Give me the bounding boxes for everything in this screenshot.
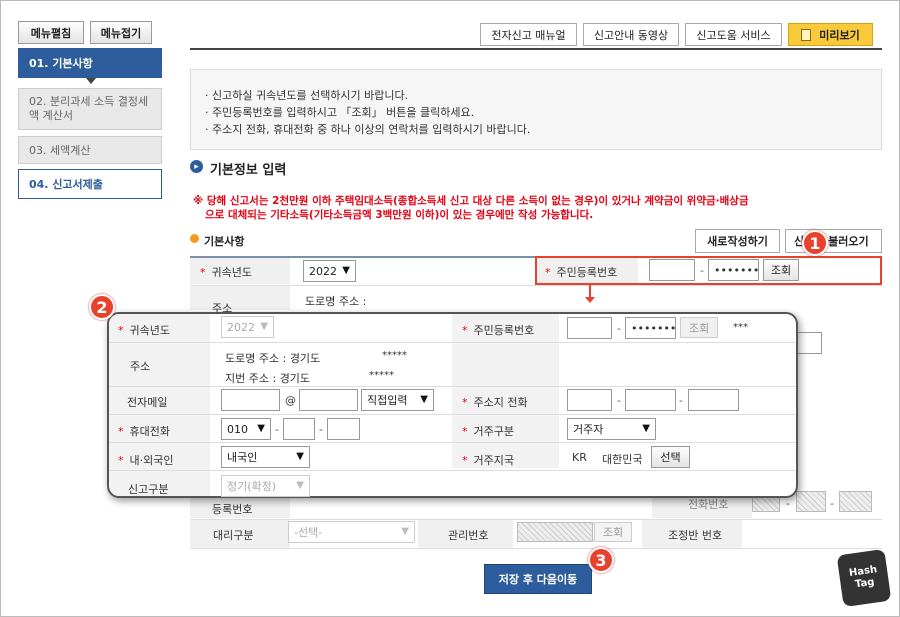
popup-lot-mask: ***** — [369, 370, 394, 381]
warning-line-2: 으로 대체되는 기타소득(기타소득금액 3백만원 이하)이 있는 경우에만 작성… — [205, 209, 594, 221]
popup-type-select[interactable]: 정기(확정) ▼ — [221, 475, 310, 497]
popup-home-phone-3[interactable] — [688, 389, 739, 411]
popup-country-name: 대한민국 — [602, 453, 643, 466]
popup-rrn-back[interactable]: ••••••• — [625, 317, 676, 339]
popup-line — [109, 414, 796, 415]
popup-country-select-button[interactable]: 선택 — [651, 446, 690, 468]
popup-nation-label: * 내·외국인 — [118, 454, 174, 467]
guide-video-button[interactable]: 신고안내 동영상 — [583, 23, 679, 46]
adj-label: 조정반 번호 — [668, 529, 723, 542]
popup-line — [109, 442, 796, 443]
popup-rrn-front[interactable] — [567, 317, 612, 339]
step-arrow-icon — [86, 78, 96, 84]
hidden-input[interactable] — [797, 332, 822, 354]
addr-label-cell — [190, 286, 290, 310]
popup-residence-select[interactable]: 거주자 ▼ — [567, 418, 656, 440]
popup-type-label: 신고구분 — [128, 483, 169, 496]
step-badge-1: 1 — [802, 230, 828, 256]
preview-label: 미리보기 — [819, 28, 860, 42]
agent-select[interactable]: -선택- ▼ — [288, 521, 415, 543]
popup-year-select[interactable]: 2022 ▼ — [221, 316, 274, 338]
popup-email-domain-input[interactable] — [299, 389, 358, 411]
menu-expand-button[interactable]: 메뉴펼침 — [18, 21, 84, 44]
connector-arrow-icon — [585, 297, 595, 303]
warning-line-1: ※ 당해 신고서는 2천만원 이하 주택임대소득(종합소득세 신고 대상 다른 … — [193, 195, 749, 207]
popup-country-code: KR — [572, 451, 587, 464]
mgmt-label: 관리번호 — [448, 529, 489, 542]
popup-line — [109, 342, 796, 343]
popup-home-dash-1: - — [617, 394, 621, 407]
new-write-button[interactable]: 새로작성하기 — [695, 229, 780, 253]
mgmt-input — [517, 522, 593, 542]
popup-road-mask: ***** — [382, 350, 407, 361]
row-line-3 — [190, 548, 882, 549]
bullet-icon — [190, 234, 199, 243]
popup-home-phone-label: * 주소지 전화 — [462, 396, 528, 409]
popup-at-sign: @ — [285, 394, 296, 407]
popup-addr-label: 주소 — [130, 360, 151, 373]
popup-home-phone-1[interactable] — [567, 389, 612, 411]
popup-residence-label: * 거주구분 — [462, 425, 514, 438]
popup-year-label: * 귀속년도 — [118, 324, 170, 337]
arrow-circle-icon: ▸ — [190, 160, 203, 173]
step-3-tax-calc[interactable]: 03. 세액계산 — [18, 136, 162, 164]
popup-home-phone-2[interactable] — [625, 389, 676, 411]
toolbar-divider — [190, 48, 882, 50]
year-label: * 귀속년도 — [200, 266, 252, 279]
save-next-button[interactable]: 저장 후 다음이동 — [484, 564, 592, 594]
row-line — [190, 285, 882, 286]
popup-email-domain-select[interactable]: 직접입력 ▼ — [361, 389, 434, 411]
popup-lot-label: 지번 주소 : 경기도 — [225, 372, 311, 385]
agent-label: 대리구분 — [213, 529, 254, 542]
step-4-submit[interactable]: 04. 신고서제출 — [18, 169, 162, 199]
notice-line-2: · 주민등록번호를 입력하시고 「조회」 버튼을 클릭하세요. — [205, 106, 475, 119]
year-select[interactable]: 2022 ▼ — [303, 260, 356, 282]
popup-mobile-label: * 휴대전화 — [118, 425, 170, 438]
step-badge-3: 3 — [588, 547, 614, 573]
popup-rrn-dash: - — [617, 322, 621, 335]
preview-button[interactable]: 미리보기 — [788, 23, 873, 46]
popup-mobile-dash-2: - — [319, 423, 323, 436]
popup-road-label: 도로명 주소 : 경기도 — [225, 352, 321, 365]
rrn-highlight-box — [535, 256, 882, 285]
popup-rrn-label: * 주민등록번호 — [462, 324, 535, 337]
notice-line-3: · 주소지 전화, 휴대전화 중 하나 이상의 연락처를 입력하시기 바랍니다. — [205, 123, 531, 136]
help-service-button[interactable]: 신고도움 서비스 — [685, 23, 782, 46]
phone-dash-1: - — [786, 497, 790, 510]
popup-home-dash-2: - — [679, 394, 683, 407]
row-line-2 — [190, 519, 882, 520]
efiling-manual-button[interactable]: 전자신고 매뉴얼 — [480, 23, 577, 46]
menu-collapse-button[interactable]: 메뉴접기 — [90, 21, 152, 44]
popup-mobile-2[interactable] — [283, 418, 315, 440]
sub-title: 기본사항 — [204, 235, 245, 248]
phone-dash-2: - — [830, 497, 834, 510]
load-button-label: 불러오기 — [828, 235, 869, 248]
load-button[interactable]: 신 불러오기 — [785, 229, 882, 253]
popup-line — [109, 386, 796, 387]
popup-mobile-dash-1: - — [275, 423, 279, 436]
mgmt-lookup-button[interactable]: 조회 — [594, 522, 632, 542]
popup-country-label: * 거주지국 — [462, 454, 514, 467]
popup-email-id[interactable] — [221, 389, 280, 411]
popup-mobile-3[interactable] — [327, 418, 360, 440]
step-2-separate-tax[interactable]: 02. 분리과세 소득 결정세액 계산서 — [18, 88, 162, 130]
step-1-basic[interactable]: 01. 기본사항 — [18, 48, 162, 78]
step-badge-2: 2 — [89, 294, 115, 320]
reg-label: 등록번호 — [212, 503, 253, 516]
popup-mobile-prefix[interactable]: 010 ▼ — [221, 418, 271, 440]
road-addr-label: 도로명 주소 : — [305, 295, 367, 308]
popup-lookup-button[interactable]: 조회 — [680, 317, 718, 338]
phone-part-2 — [796, 491, 826, 512]
phone-label: 전화번호 — [688, 498, 729, 511]
popup-rrn-mask: *** — [733, 322, 748, 333]
notice-line-1: · 신고하실 귀속년도를 선택하시기 바랍니다. — [205, 89, 409, 102]
popup-line — [109, 470, 796, 471]
phone-part-3 — [839, 491, 872, 512]
document-icon — [801, 28, 812, 41]
popup-email-label: 전자메일 — [127, 396, 168, 409]
popup-nation-select[interactable]: 내국인 ▼ — [221, 446, 310, 468]
hashtag-logo: Hash Tag — [836, 548, 892, 608]
section-title: 기본정보 입력 — [210, 163, 287, 178]
